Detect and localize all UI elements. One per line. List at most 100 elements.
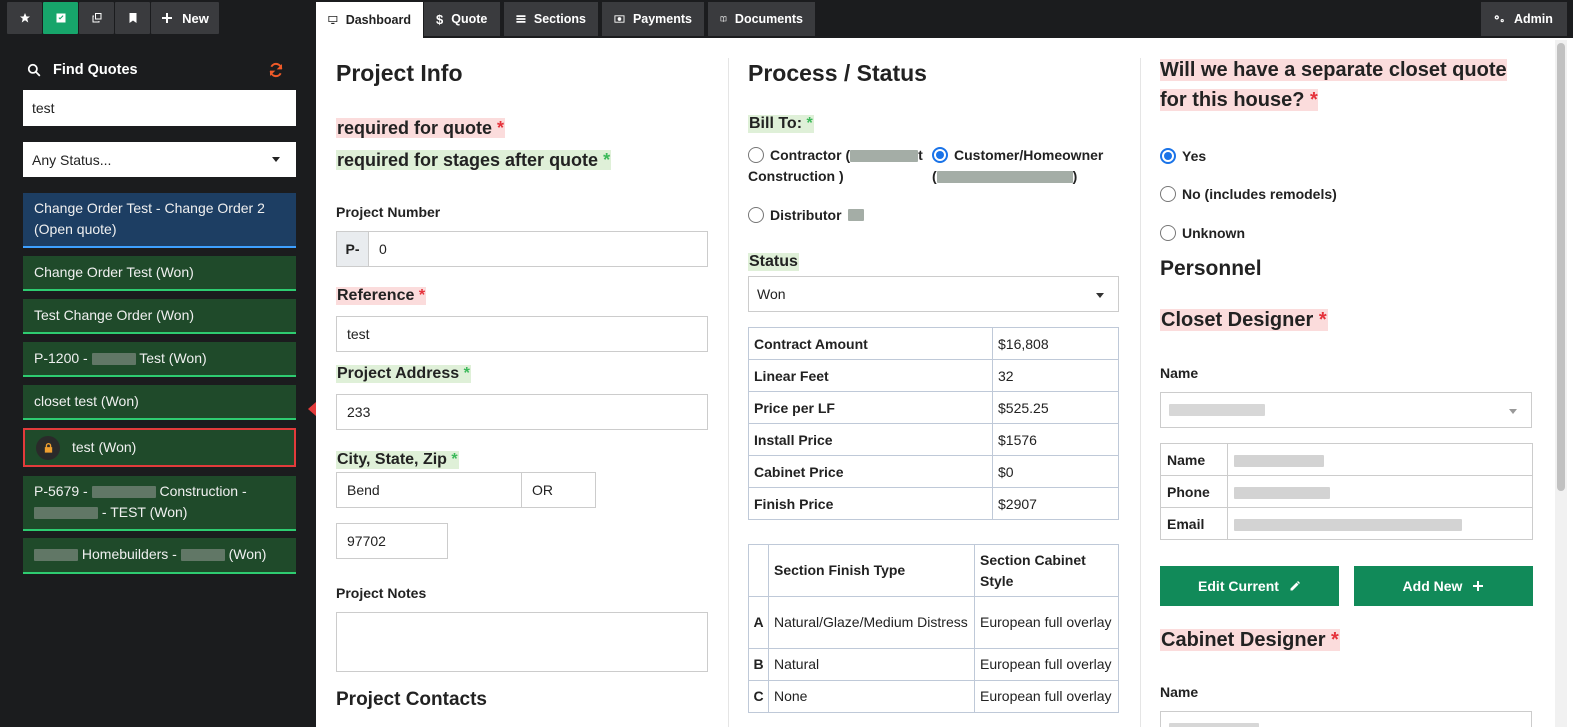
quote-list-item[interactable]: Homebuilders - (Won) [23,538,296,574]
chevron-down-icon [1509,409,1517,414]
redacted-text [91,353,136,366]
quote-list-item[interactable]: P-1200 - Test (Won) [23,342,296,377]
page-scrollbar[interactable] [1555,40,1567,727]
closet-no-radio[interactable]: No (includes remodels) [1160,184,1337,205]
radio-button-selected[interactable] [932,147,948,163]
required-star: * [603,150,611,170]
check-button[interactable] [43,2,78,34]
status-select[interactable]: Won [748,276,1119,312]
project-number-label: Project Number [336,204,441,220]
closet-unknown-radio[interactable]: Unknown [1160,223,1245,244]
project-address-input[interactable]: 233 [336,394,708,430]
status-filter-select[interactable]: Any Status... [23,142,296,177]
dashboard-main: Project Info required for quote * requir… [316,38,1573,727]
admin-button[interactable]: Admin [1481,2,1567,36]
section-letter: A [748,596,769,649]
cabinet-designer-text: Cabinet Designer [1161,629,1326,651]
redacted-text [847,209,864,221]
scrollbar-thumb[interactable] [1557,43,1565,491]
project-number-prefix: P- [336,231,369,267]
book-icon [720,16,727,22]
tab-sections-label: Sections [533,12,586,26]
city-state-zip-label-text: City, State, Zip [337,451,447,468]
redacted-text [1234,486,1330,499]
reference-label: Reference * [336,287,427,305]
detail-value [1227,475,1533,508]
quote-list-item[interactable]: Change Order Test - Change Order 2 (Open… [23,193,296,248]
quote-list-item[interactable]: Change Order Test (Won) [23,256,296,291]
quote-list-item-selected[interactable]: test (Won) [23,428,296,467]
radio-button[interactable] [748,147,764,163]
reference-input[interactable]: test [336,316,708,352]
redacted-text [1169,723,1259,727]
project-info-title: Project Info [336,60,463,86]
letter-header [748,544,769,597]
monitor-icon [328,15,338,25]
closet-designer-name-label: Name [1160,365,1199,381]
bill-to-label-text: Bill To: [749,115,803,132]
tab-sections[interactable]: Sections [504,2,598,36]
search-input[interactable]: test [23,90,296,126]
detail-label: Name [1160,443,1228,476]
section-cabinet: European full overlay [974,648,1119,681]
closet-yes-radio[interactable]: Yes [1160,146,1206,167]
copy-icon [92,13,101,23]
pencil-icon [1290,581,1300,591]
city-input[interactable]: Bend [336,472,522,508]
quote-title: Change Order Test - Change Order 2 [34,200,265,216]
tab-documents-label: Documents [734,12,803,26]
quote-status: (Open quote) [34,221,117,237]
tab-quote[interactable]: $ Quote [424,2,500,36]
edit-current-button[interactable]: Edit Current [1160,566,1339,606]
project-notes-textarea[interactable] [336,612,708,672]
copy-button[interactable] [79,2,114,34]
table-row: Phone [1160,475,1533,508]
status-select-value: Won [757,286,786,302]
quote-sidebar: Find Quotes test Any Status... Change Or… [0,38,316,727]
customer-label: Customer/Homeowner [954,147,1104,163]
refresh-icon[interactable] [268,62,284,78]
table-row: Email [1160,507,1533,540]
quote-list-item[interactable]: closet test (Won) [23,385,296,420]
amount-value: 32 [992,359,1119,392]
column-divider [728,58,729,727]
amount-label: Finish Price [748,487,993,520]
redacted-text [936,171,1073,184]
status-filter-value: Any Status... [32,151,112,168]
closet-designer-select[interactable] [1160,392,1532,428]
detail-label: Phone [1160,475,1228,508]
new-button-label: New [182,10,209,26]
quote-list-item[interactable]: P-5679 - Construction - - TEST (Won) [23,476,296,531]
favorites-button[interactable] [7,2,42,34]
add-new-button[interactable]: Add New [1354,566,1533,606]
quote-list-item[interactable]: Test Change Order (Won) [23,299,296,334]
radio-button[interactable] [1160,225,1176,241]
redacted-text [180,549,225,562]
bookmark-button[interactable] [115,2,150,34]
bill-to-contractor-radio[interactable]: Contractor (t Construction ) [748,145,928,187]
amount-value: $16,808 [992,327,1119,360]
tab-payments[interactable]: Payments [602,2,704,36]
zip-input[interactable]: 97702 [336,523,448,559]
edit-current-label: Edit Current [1198,578,1279,594]
required-star: * [463,365,470,382]
closet-unknown-label: Unknown [1182,225,1245,241]
cabinet-designer-select[interactable] [1160,711,1532,727]
section-cabinet: European full overlay [974,680,1119,713]
closet-no-label: No (includes remodels) [1182,186,1337,202]
radio-button[interactable] [1160,186,1176,202]
table-row: C None European full overlay [748,680,1119,713]
new-button[interactable]: New [151,2,219,34]
bill-to-distributor-radio[interactable]: Distributor [748,205,864,226]
project-number-input[interactable]: 0 [368,231,708,267]
add-new-label: Add New [1402,578,1463,594]
radio-button[interactable] [748,207,764,223]
section-finish: Natural/Glaze/Medium Distress [768,596,975,649]
admin-label: Admin [1514,12,1553,26]
tab-dashboard[interactable]: Dashboard [316,2,423,38]
radio-button-selected[interactable] [1160,148,1176,164]
contractor-label-tail: t [918,147,923,163]
bill-to-customer-radio[interactable]: Customer/Homeowner () [932,145,1112,187]
state-input[interactable]: OR [521,472,596,508]
tab-documents[interactable]: Documents [708,2,815,36]
